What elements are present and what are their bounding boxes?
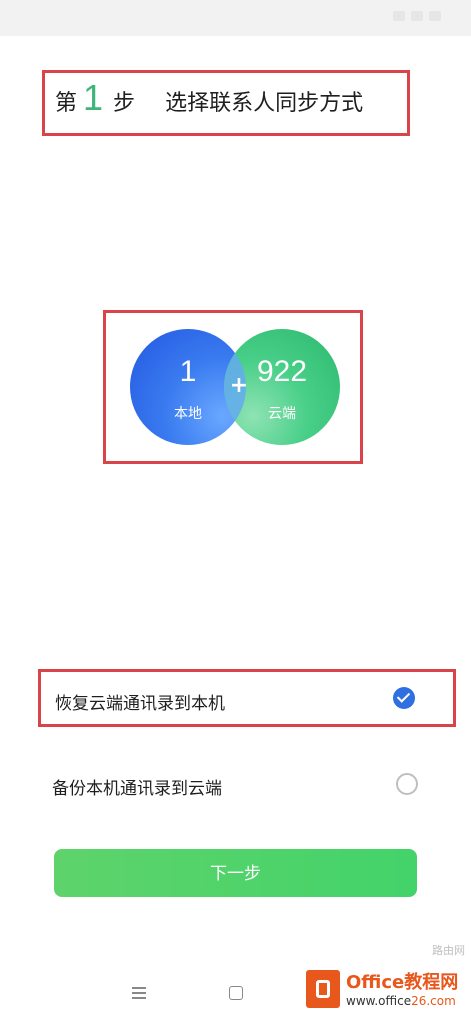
battery-icon <box>429 11 441 21</box>
watermark-url: www.office26.com <box>346 994 456 1008</box>
home-square-icon[interactable] <box>229 986 243 1000</box>
menu-icon[interactable] <box>132 987 146 999</box>
sync-summary-venn: 1 本地 922 云端 + <box>103 310 363 464</box>
plus-icon: + <box>229 373 249 398</box>
step-text: 第 1 步 选择联系人同步方式 <box>55 77 363 119</box>
check-circle-icon[interactable] <box>393 687 415 709</box>
watermark-url-tail: 26.com <box>411 994 456 1008</box>
status-icons <box>393 11 441 21</box>
page-title: 选择联系人同步方式 <box>165 91 364 116</box>
option-backup-to-cloud[interactable]: 备份本机通讯录到云端 <box>38 755 456 813</box>
option-restore-label: 恢复云端通讯录到本机 <box>55 694 225 714</box>
status-bar <box>0 0 471 36</box>
watermark-url-head: www.office <box>346 994 412 1008</box>
wifi-icon <box>411 11 423 21</box>
option-backup-label: 备份本机通讯录到云端 <box>52 779 222 799</box>
step-prefix: 第 <box>55 91 78 116</box>
step-header: 第 1 步 选择联系人同步方式 <box>42 70 410 136</box>
watermark: Office教程网 www.office26.com <box>300 962 471 1017</box>
watermark-brand: Office教程网 <box>346 972 459 993</box>
step-suffix: 步 <box>113 91 136 116</box>
cloud-label: 云端 <box>268 406 296 422</box>
next-step-button[interactable]: 下一步 <box>54 849 417 897</box>
step-number: 1 <box>83 77 104 118</box>
signal-icon <box>393 11 405 21</box>
option-restore-from-cloud[interactable]: 恢复云端通讯录到本机 <box>38 669 456 727</box>
empty-circle-icon[interactable] <box>396 773 418 795</box>
corner-watermark: 路由网 <box>432 944 465 957</box>
office-logo-icon <box>306 970 340 1008</box>
